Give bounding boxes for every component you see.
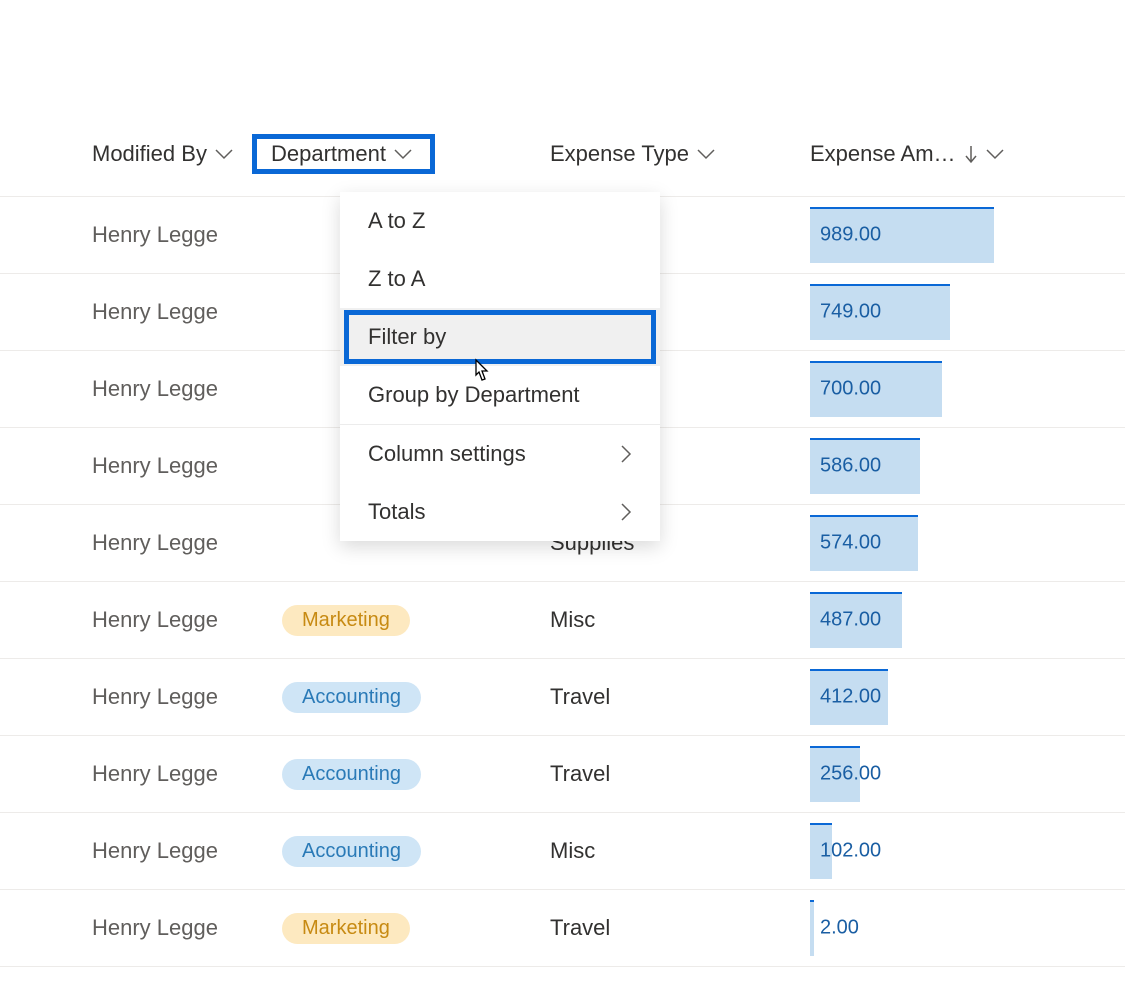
cell-expense-amount: 102.00 [810,813,1125,890]
cell-expense-amount: 2.00 [810,890,1125,967]
table-header-row: Modified By Department [0,120,1125,197]
chevron-down-icon [986,148,1004,160]
amount-value: 700.00 [820,378,881,401]
menu-item-sort-asc[interactable]: A to Z [340,192,660,250]
cell-modified-by: Henry Legge [0,659,270,736]
menu-item-label: A to Z [368,208,425,234]
cell-modified-by: Henry Legge [0,582,270,659]
amount-value: 586.00 [820,455,881,478]
column-header-department[interactable]: Department [252,134,435,174]
menu-item-totals[interactable]: Totals [340,483,660,541]
page-root: Modified By Department [0,0,1125,991]
column-header-label: Expense Am… [810,141,956,167]
column-header-expense-amount[interactable]: Expense Am… [810,141,1004,167]
department-pill: Marketing [282,605,410,636]
cell-modified-by: Henry Legge [0,505,270,582]
amount-value: 2.00 [820,917,859,940]
cell-department: Marketing [270,582,550,659]
cell-modified-by: Henry Legge [0,274,270,351]
menu-item-label: Z to A [368,266,425,292]
menu-item-filter-by[interactable]: Filter by [340,308,660,366]
table-row[interactable]: Henry Legge Marketing Misc 487.00 [0,582,1125,659]
column-header-expense-type[interactable]: Expense Type [550,141,715,167]
cell-expense-amount: 700.00 [810,351,1125,428]
chevron-down-icon [394,148,412,160]
cell-modified-by: Henry Legge [0,428,270,505]
menu-item-sort-desc[interactable]: Z to A [340,250,660,308]
cell-expense-type: Misc [550,582,810,659]
column-header-label: Expense Type [550,141,689,167]
cell-expense-amount: 989.00 [810,197,1125,274]
table-row[interactable]: Henry Legge Accounting Misc 102.00 [0,813,1125,890]
department-pill: Marketing [282,913,410,944]
cell-expense-amount: 749.00 [810,274,1125,351]
chevron-down-icon [215,148,233,160]
cell-department: Accounting [270,659,550,736]
cell-department: Accounting [270,813,550,890]
cell-expense-type: Travel [550,890,810,967]
cell-modified-by: Henry Legge [0,890,270,967]
cell-modified-by: Henry Legge [0,813,270,890]
amount-value: 102.00 [820,840,881,863]
amount-value: 412.00 [820,686,881,709]
column-context-menu: A to Z Z to A Filter by Group by Departm… [340,192,660,541]
cell-expense-amount: 574.00 [810,505,1125,582]
menu-item-column-settings[interactable]: Column settings [340,424,660,483]
cell-expense-type: Travel [550,659,810,736]
menu-item-label: Filter by [368,324,446,350]
table-row[interactable]: Henry Legge Accounting Travel 412.00 [0,659,1125,736]
column-header-label: Modified By [92,141,207,167]
department-pill: Accounting [282,682,421,713]
amount-value: 487.00 [820,609,881,632]
menu-item-label: Column settings [368,441,526,467]
cell-expense-type: Travel [550,736,810,813]
sort-descending-icon [964,144,978,164]
menu-item-label: Totals [368,499,425,525]
amount-value: 256.00 [820,763,881,786]
cell-expense-amount: 586.00 [810,428,1125,505]
table-row[interactable]: Henry Legge Marketing Travel 2.00 [0,890,1125,967]
amount-value: 574.00 [820,532,881,555]
table-row[interactable]: Henry Legge Accounting Travel 256.00 [0,736,1125,813]
column-header-label: Department [271,141,386,167]
menu-item-label: Group by Department [368,382,580,408]
cell-modified-by: Henry Legge [0,736,270,813]
column-header-modified-by[interactable]: Modified By [92,141,233,167]
amount-value: 989.00 [820,224,881,247]
department-pill: Accounting [282,759,421,790]
cell-expense-amount: 412.00 [810,659,1125,736]
cell-expense-amount: 256.00 [810,736,1125,813]
cell-modified-by: Henry Legge [0,197,270,274]
cell-expense-amount: 487.00 [810,582,1125,659]
amount-value: 749.00 [820,301,881,324]
cell-department: Marketing [270,890,550,967]
cell-department: Accounting [270,736,550,813]
department-pill: Accounting [282,836,421,867]
cell-modified-by: Henry Legge [0,351,270,428]
chevron-right-icon [620,503,632,521]
cell-expense-type: Misc [550,813,810,890]
amount-bar [810,900,814,956]
chevron-right-icon [620,445,632,463]
menu-item-group-by[interactable]: Group by Department [340,366,660,424]
chevron-down-icon [697,148,715,160]
